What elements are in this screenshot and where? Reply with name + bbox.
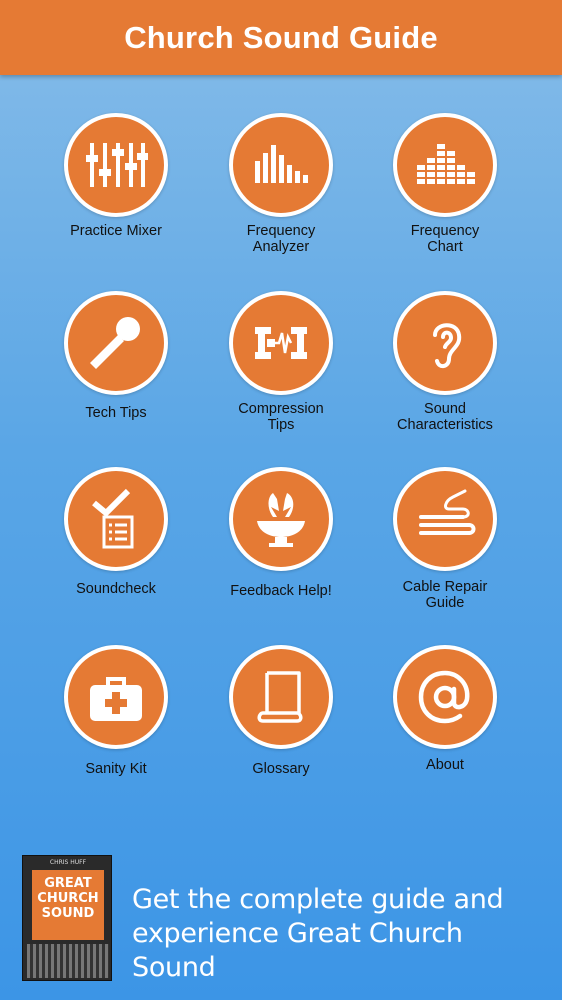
menu-item-sanity-kit[interactable]: Sanity Kit (31, 645, 201, 777)
menu-item-label: Feedback Help! (230, 583, 332, 599)
app-header: Church Sound Guide (0, 0, 562, 75)
menu-item-practice-mixer[interactable]: Practice Mixer (31, 113, 201, 239)
menu-item-glossary[interactable]: Glossary (196, 645, 366, 777)
microphone-icon[interactable] (64, 291, 168, 395)
menu-item-label: Soundcheck (76, 581, 156, 597)
menu-item-feedback-help[interactable]: Feedback Help! (196, 467, 366, 599)
menu-item-label: Frequency Chart (410, 223, 480, 255)
promo-text[interactable]: Get the complete guide and experience Gr… (132, 883, 542, 985)
compressor-clamp-icon[interactable] (229, 291, 333, 395)
menu-item-label: Compression Tips (238, 401, 324, 433)
at-sign-icon[interactable] (393, 645, 497, 749)
menu-item-soundcheck[interactable]: Soundcheck (31, 467, 201, 597)
book-cover-image[interactable]: CHRIS HUFF GREAT CHURCH SOUND (22, 855, 112, 981)
scroll-icon[interactable] (229, 645, 333, 749)
equalizer-chart-icon[interactable] (393, 113, 497, 217)
menu-item-about[interactable]: About (360, 645, 530, 773)
menu-item-label: About (426, 757, 464, 773)
book-author: CHRIS HUFF (49, 859, 87, 866)
frequency-bars-icon[interactable] (229, 113, 333, 217)
menu-item-label: Glossary (252, 761, 310, 777)
menu-item-label: Cable Repair Guide (402, 579, 488, 611)
menu-item-cable-repair-guide[interactable]: Cable Repair Guide (360, 467, 530, 611)
first-aid-kit-icon[interactable] (64, 645, 168, 749)
ear-icon[interactable] (393, 291, 497, 395)
menu-item-frequency-analyzer[interactable]: Frequency Analyzer (196, 113, 366, 255)
app-title: Church Sound Guide (124, 19, 438, 55)
menu-item-compression-tips[interactable]: Compression Tips (196, 291, 366, 433)
cable-icon[interactable] (393, 467, 497, 571)
menu-item-sound-characteristics[interactable]: Sound Characteristics (360, 291, 530, 433)
menu-item-frequency-chart[interactable]: Frequency Chart (360, 113, 530, 255)
promo-banner[interactable]: CHRIS HUFF GREAT CHURCH SOUND Get the co… (22, 855, 542, 983)
menu-item-tech-tips[interactable]: Tech Tips (31, 291, 201, 421)
menu-item-label: Frequency Analyzer (246, 223, 316, 255)
checklist-icon[interactable] (64, 467, 168, 571)
menu-item-label: Tech Tips (85, 405, 147, 421)
mixer-faders-icon[interactable] (64, 113, 168, 217)
menu-item-label: Practice Mixer (70, 223, 162, 239)
menu-item-label: Sanity Kit (85, 761, 147, 777)
book-title: GREAT CHURCH SOUND (37, 876, 99, 921)
menu-item-label: Sound Characteristics (397, 401, 493, 433)
feedback-bowl-icon[interactable] (229, 467, 333, 571)
mixing-console-photo (27, 944, 109, 978)
